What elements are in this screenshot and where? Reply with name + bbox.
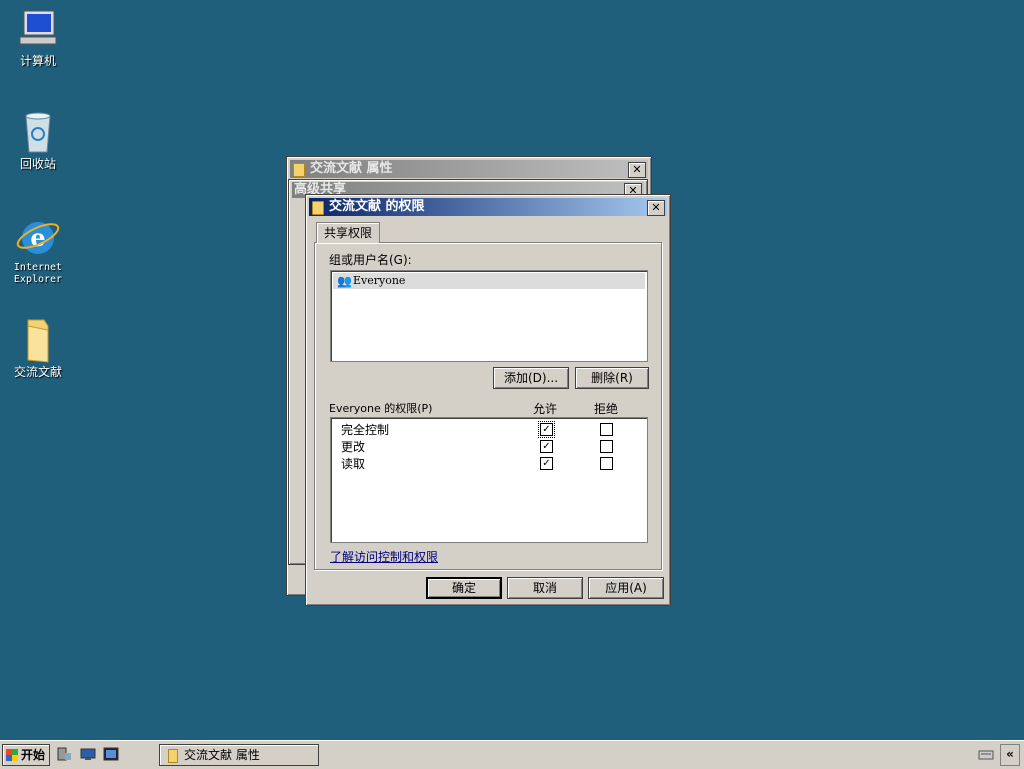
show-desktop-icon[interactable] <box>80 747 96 761</box>
group-label: 组或用户名(G): <box>329 253 412 267</box>
window-title: 交流文献 的权限 <box>329 199 425 214</box>
allow-checkbox-full-control[interactable]: ✓ <box>538 421 555 438</box>
folder-icon <box>312 201 324 215</box>
taskbar: 开始 交流文献 属性 « <box>0 740 1024 769</box>
desktop-icon-computer[interactable]: 计算机 <box>0 5 76 67</box>
tab-share-permissions[interactable]: 共享权限 <box>316 222 380 243</box>
permission-name: 读取 <box>341 457 366 471</box>
permissions-list: 完全控制 ✓ 更改 ✓ 读取 ✓ <box>330 417 648 543</box>
tab-panel: 组或用户名(G): 👥 Everyone 添加(D)... 删除(R) Ever… <box>314 242 662 570</box>
apply-button[interactable]: 应用(A) <box>588 577 664 599</box>
collapse-tray-button[interactable]: « <box>1000 744 1020 766</box>
folder-icon <box>14 316 62 364</box>
deny-checkbox-change[interactable] <box>600 440 613 453</box>
add-button[interactable]: 添加(D)... <box>493 367 569 389</box>
system-tray: « <box>962 744 1022 766</box>
server-manager-icon[interactable] <box>56 747 72 761</box>
window-title: 交流文献 属性 <box>310 161 393 176</box>
desktop-icon-label: Internet Explorer <box>13 262 63 285</box>
allow-checkbox-change[interactable]: ✓ <box>540 440 553 453</box>
taskbar-item-label: 交流文献 属性 <box>184 748 260 762</box>
ok-button[interactable]: 确定 <box>426 577 502 599</box>
allow-column-header: 允许 <box>533 402 558 416</box>
start-button[interactable]: 开始 <box>2 744 50 766</box>
permissions-dialog: 交流文献 的权限 ✕ 共享权限 组或用户名(G): 👥 Everyone 添加(… <box>305 194 671 606</box>
cancel-button[interactable]: 取消 <box>507 577 583 599</box>
folder-icon <box>168 749 178 763</box>
permission-name: 更改 <box>341 440 366 454</box>
terminal-icon[interactable] <box>103 747 119 761</box>
desktop-icon-label: 计算机 <box>19 54 56 68</box>
close-button[interactable]: ✕ <box>647 200 665 216</box>
recycle-bin-icon <box>14 108 62 156</box>
help-link[interactable]: 了解访问控制和权限 <box>330 548 438 565</box>
computer-icon <box>14 5 62 53</box>
permissions-titlebar[interactable]: 交流文献 的权限 ✕ <box>309 198 667 216</box>
deny-checkbox-full-control[interactable] <box>600 423 613 436</box>
close-button[interactable]: ✕ <box>628 162 646 178</box>
deny-column-header: 拒绝 <box>594 402 619 416</box>
users-icon: 👥 <box>337 274 352 288</box>
remove-button[interactable]: 删除(R) <box>575 367 649 389</box>
properties-titlebar[interactable]: 交流文献 属性 ✕ <box>290 160 648 178</box>
folder-icon <box>293 163 305 177</box>
desktop-icon-folder[interactable]: 交流文献 <box>0 316 76 378</box>
user-name: Everyone <box>353 274 406 287</box>
list-item[interactable]: 👥 Everyone <box>333 273 645 289</box>
deny-checkbox-read[interactable] <box>600 457 613 470</box>
desktop-icon-label: 回收站 <box>19 157 56 171</box>
permissions-label: Everyone 的权限(P) <box>329 402 433 415</box>
keyboard-icon[interactable] <box>978 747 994 761</box>
taskbar-item-properties[interactable]: 交流文献 属性 <box>159 744 319 766</box>
desktop-icon-internet-explorer[interactable]: e Internet Explorer <box>0 212 76 286</box>
internet-explorer-icon: e <box>14 212 62 260</box>
user-list[interactable]: 👥 Everyone <box>330 270 648 362</box>
start-label: 开始 <box>21 748 46 762</box>
desktop-icon-label: 交流文献 <box>13 365 62 379</box>
tab-label: 共享权限 <box>323 226 372 240</box>
permission-name: 完全控制 <box>341 423 390 437</box>
allow-checkbox-read[interactable]: ✓ <box>540 457 553 470</box>
desktop-icon-recycle-bin[interactable]: 回收站 <box>0 108 76 170</box>
